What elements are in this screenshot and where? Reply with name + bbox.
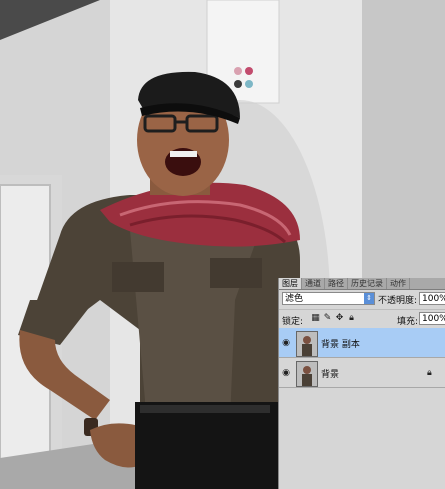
fill-input[interactable]: 100% [419,312,445,325]
lock-label: 锁定: [282,317,304,327]
eye-icon[interactable]: ◉ [281,368,291,378]
tab-history[interactable]: 历史记录 [348,278,387,289]
tab-actions[interactable]: 动作 [387,278,410,289]
layer-name: 背景 副本 [321,340,360,350]
layers-panel: 图层 通道 路径 历史记录 动作 滤色 ⇕ 不透明度: 100% 锁定: ▦ ✎… [278,278,445,489]
blend-mode-value: 滤色 [285,294,304,304]
panel-tab-bar: 图层 通道 路径 历史记录 动作 [279,278,445,290]
tab-channels[interactable]: 通道 [302,278,325,289]
opacity-label: 不透明度: [378,296,418,306]
brush-icon[interactable]: ✎ [323,314,332,323]
tab-paths[interactable]: 路径 [325,278,348,289]
canvas-background [362,0,445,278]
layer-thumbnail [296,361,318,387]
move-icon[interactable]: ✥ [335,314,344,323]
checker-icon[interactable]: ▦ [311,314,320,323]
lock-icon[interactable]: 🔒︎ [347,314,356,323]
fill-label: 填充: [397,317,419,327]
blend-mode-select[interactable]: 滤色 ⇕ [282,292,375,305]
lock-icon: 🔒︎ [427,368,432,378]
tab-layers[interactable]: 图层 [279,278,302,289]
layer-thumbnail [296,331,318,357]
lock-row: 锁定: ▦ ✎ ✥ 🔒︎ 填充: 100% [279,309,445,328]
blend-row: 滤色 ⇕ 不透明度: 100% [279,290,445,308]
layer-name: 背景 [321,370,340,380]
eye-icon[interactable]: ◉ [281,338,291,348]
opacity-input[interactable]: 100% [419,292,445,305]
chevron-updown-icon: ⇕ [364,293,374,304]
layer-row-background-copy[interactable]: ◉ 背景 副本 [279,328,445,358]
layer-row-background[interactable]: ◉ 背景 🔒︎ [279,358,445,388]
